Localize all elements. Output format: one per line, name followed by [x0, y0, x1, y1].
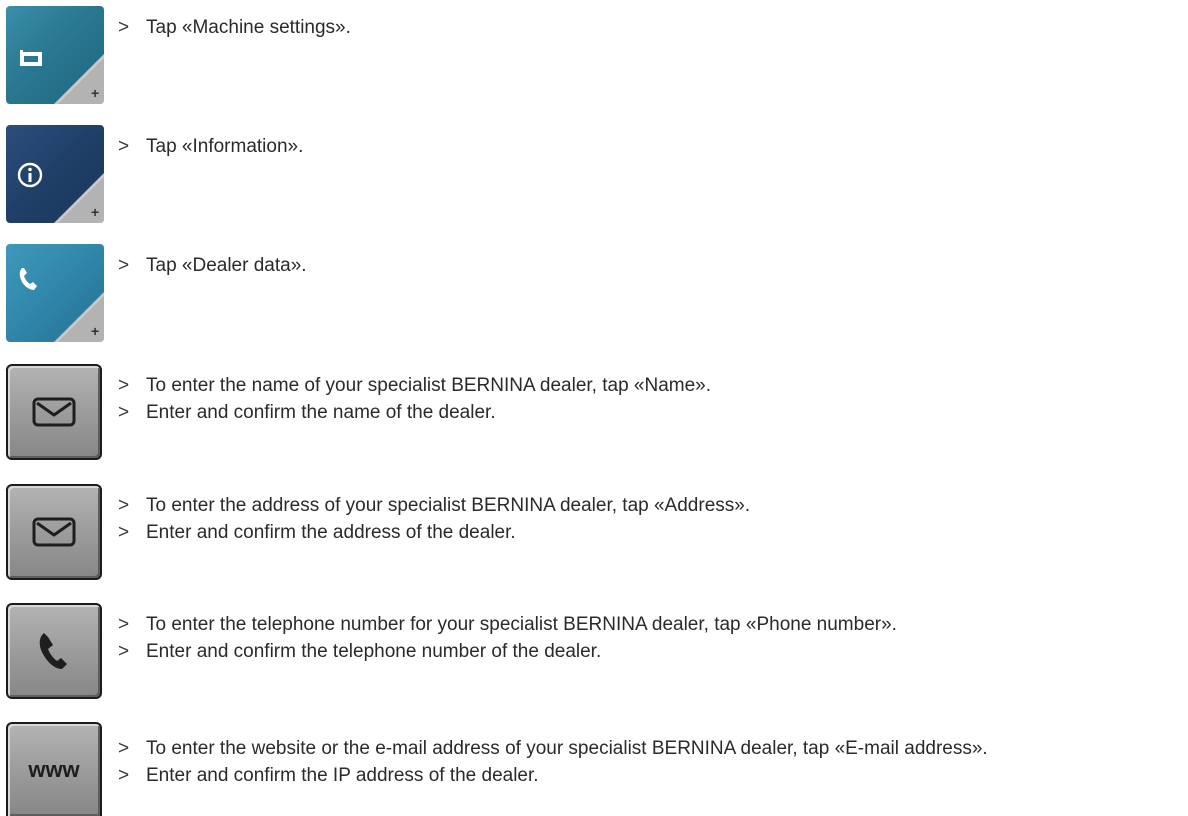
svg-text:+: + [91, 85, 99, 101]
step-dealer-name: > To enter the name of your specialist BE… [0, 364, 1188, 462]
information-icon [17, 162, 43, 188]
step-marker: > [118, 255, 130, 276]
step-marker: > [118, 495, 130, 516]
step-marker: > [118, 765, 130, 786]
instruction-line: > Tap «Information». [118, 135, 303, 159]
instruction-text: Enter and confirm the name of the dealer… [146, 402, 496, 423]
step-marker: > [118, 375, 130, 396]
instruction-text: To enter the website or the e-mail addre… [146, 738, 988, 759]
plus-corner-icon: + [54, 54, 104, 104]
step-dealer-phone: > To enter the telephone number for your … [0, 603, 1188, 701]
plus-corner-icon: + [54, 292, 104, 342]
step-marker: > [118, 641, 130, 662]
instruction-text: Enter and confirm the address of the dea… [146, 522, 516, 543]
address-button[interactable] [6, 484, 102, 580]
instruction-text: Tap «Dealer data». [146, 255, 307, 276]
instruction-line: > Tap «Machine settings». [118, 16, 351, 40]
instruction-line: > To enter the website or the e-mail addr… [118, 737, 988, 761]
plus-corner-icon: + [54, 173, 104, 223]
step-dealer-data: + > Tap «Dealer data». [0, 244, 1188, 342]
instruction-line: > To enter the telephone number for your … [118, 613, 897, 637]
information-button[interactable]: + [6, 125, 104, 223]
envelope-icon [32, 517, 76, 547]
machine-settings-icon [20, 50, 42, 66]
phone-icon [39, 633, 67, 669]
instruction-line: > To enter the name of your specialist BE… [118, 374, 711, 398]
envelope-icon [32, 397, 76, 427]
svg-text:+: + [91, 323, 99, 339]
instruction-text: Enter and confirm the IP address of the … [146, 765, 539, 786]
step-information: + > Tap «Information». [0, 125, 1188, 223]
step-marker: > [118, 17, 130, 38]
name-button[interactable] [6, 364, 102, 460]
instruction-line: > Enter and confirm the IP address of the… [118, 764, 539, 788]
instruction-line: > Tap «Dealer data». [118, 254, 307, 278]
step-dealer-email: www > To enter the website or the e-mail … [0, 722, 1188, 816]
step-marker: > [118, 738, 130, 759]
instruction-text: Enter and confirm the telephone number o… [146, 641, 602, 662]
instruction-line: > To enter the address of your specialist… [118, 494, 750, 518]
dealer-data-phone-icon [19, 268, 37, 290]
instruction-text: Tap «Information». [146, 136, 304, 157]
instruction-text: To enter the telephone number for your s… [146, 614, 897, 635]
email-address-button[interactable]: www [6, 722, 102, 816]
step-machine-settings: + > Tap «Machine settings». [0, 6, 1188, 104]
step-marker: > [118, 136, 130, 157]
instruction-text: To enter the address of your specialist … [146, 495, 751, 516]
step-marker: > [118, 614, 130, 635]
dealer-data-button[interactable]: + [6, 244, 104, 342]
instruction-text: Tap «Machine settings». [146, 17, 351, 38]
step-dealer-address: > To enter the address of your specialist… [0, 484, 1188, 582]
machine-settings-button[interactable]: + [6, 6, 104, 104]
www-icon: www [28, 757, 80, 782]
instruction-text: To enter the name of your specialist BER… [146, 375, 712, 396]
step-marker: > [118, 402, 130, 423]
instruction-line: > Enter and confirm the name of the deale… [118, 401, 496, 425]
svg-text:+: + [91, 204, 99, 220]
instruction-line: > Enter and confirm the address of the de… [118, 521, 516, 545]
phone-number-button[interactable] [6, 603, 102, 699]
instruction-line: > Enter and confirm the telephone number … [118, 640, 601, 664]
step-marker: > [118, 522, 130, 543]
